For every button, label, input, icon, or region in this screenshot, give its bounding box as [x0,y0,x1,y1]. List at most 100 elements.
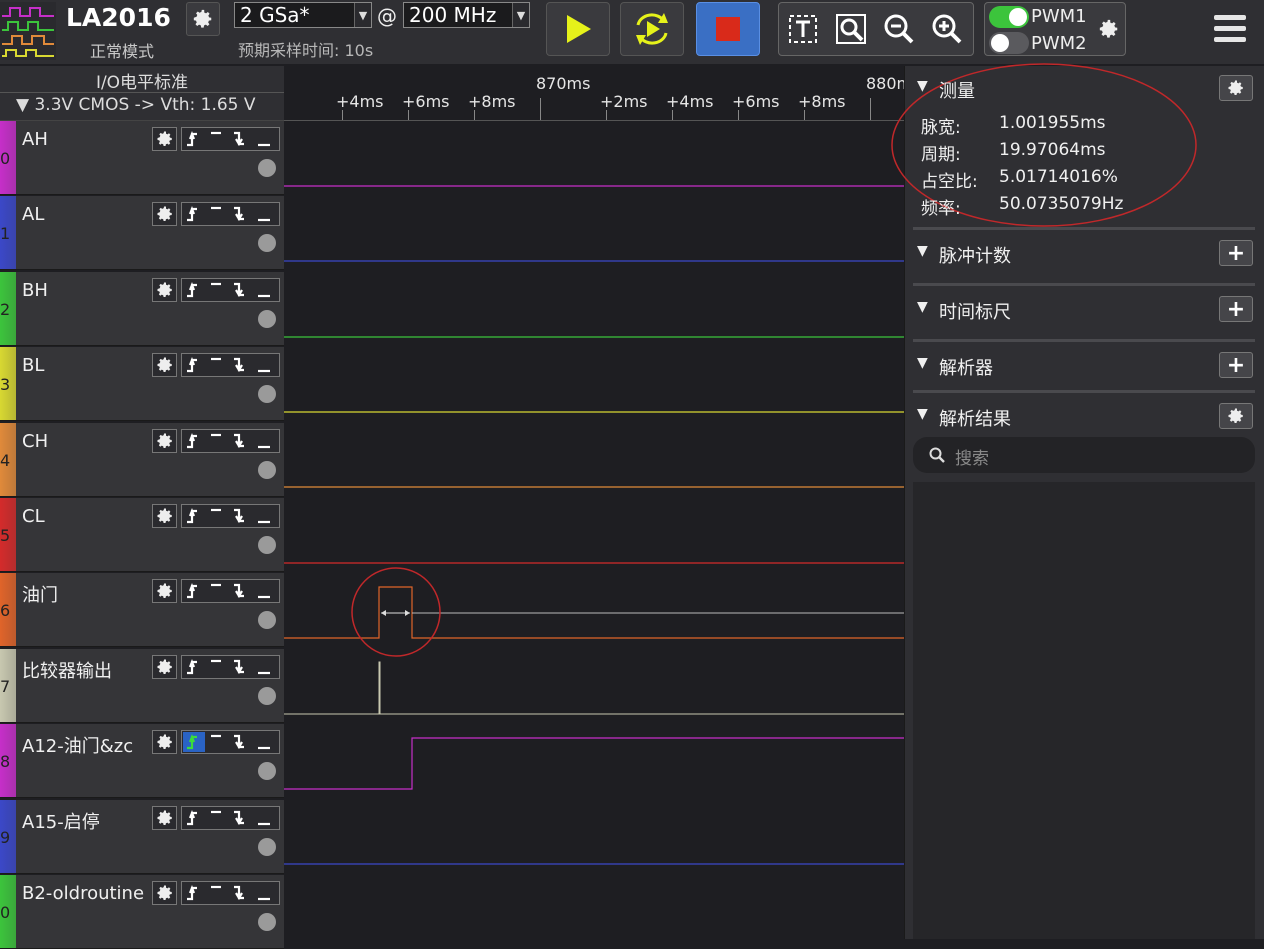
pwm-group: PWM1 PWM2 [984,2,1126,56]
channel-name[interactable]: AL [22,204,44,225]
channel-number: 3 [0,375,11,395]
sample-rate-value: 2 GSa* [240,3,310,27]
channel-row[interactable]: 0 AH [0,121,284,195]
duty-cycle-value: 5.01714016% [999,167,1118,187]
channel-name[interactable]: 比较器输出 [22,657,112,683]
pwm1-label: PWM1 [1031,6,1087,27]
trigger-selector[interactable] [181,654,280,679]
channel-settings-button[interactable] [152,504,177,528]
channel-name[interactable]: BL [22,355,44,376]
device-settings-button[interactable] [186,2,220,36]
channel-name[interactable]: CL [22,506,45,527]
decode-result-settings-button[interactable] [1219,403,1253,429]
trigger-icons [187,432,270,448]
trigger-selector[interactable] [181,127,280,151]
ruler-minor-tick [738,110,739,120]
channel-settings-button[interactable] [152,654,177,679]
channel-name[interactable]: AH [22,129,48,150]
add-pulse-count-button[interactable]: + [1219,240,1253,266]
zoom-in-icon[interactable] [931,13,963,45]
channel-row[interactable]: 4 CH [0,422,284,497]
trigger-selector[interactable] [181,805,280,830]
pwm1-toggle[interactable] [989,6,1029,28]
add-decoder-button[interactable]: + [1219,352,1253,378]
collapse-icon[interactable]: ▼ [917,243,928,259]
channel-row[interactable]: 8 A12-油门&zc [0,724,284,799]
trigger-selector[interactable] [181,881,280,905]
pwm-settings-button[interactable] [1093,13,1125,45]
trigger-selector[interactable] [181,202,280,227]
collapse-icon[interactable]: ▼ [917,78,928,94]
channel-settings-button[interactable] [152,202,177,227]
channel-row[interactable]: 2 BH [0,271,284,346]
channel-name[interactable]: BH [22,280,48,301]
ruler-minor-label: +2ms [600,92,648,111]
channel-number: 6 [0,601,11,621]
channel-settings-button[interactable] [152,730,177,755]
zoom-out-icon[interactable] [883,13,915,45]
gear-icon [1228,80,1243,96]
channel-settings-button[interactable] [152,428,177,453]
channel-row[interactable]: 3 BL [0,347,284,422]
run-button[interactable] [546,2,610,56]
ruler-minor-label: +6ms [402,92,450,111]
channel-number: 5 [0,526,11,545]
trigger-selector[interactable] [181,428,280,453]
channel-name[interactable]: CH [22,431,48,452]
text-tool-icon[interactable] [787,13,819,45]
repeat-run-button[interactable] [620,2,684,56]
channel-settings-button[interactable] [152,353,177,378]
sample-rate-select[interactable]: 2 GSa* ▼ [234,2,372,28]
channel-settings-button[interactable] [152,579,177,604]
trigger-selector[interactable] [181,730,280,755]
gear-icon [193,9,212,28]
channel-row[interactable]: 7 比较器输出 [0,648,284,723]
channel-row[interactable]: 5 CL [0,498,284,572]
trigger-icons [187,357,270,373]
channel-settings-button[interactable] [152,881,177,905]
trigger-selector[interactable] [181,504,280,528]
chevron-down-icon: ▼ [512,3,529,27]
stop-icon [716,17,740,41]
decode-search-input[interactable]: 搜索 [913,437,1255,473]
channel-row[interactable]: 0 B2-oldroutine [0,875,284,949]
channel-settings-button[interactable] [152,805,177,830]
hamburger-menu-icon[interactable] [1212,12,1248,46]
channel-name[interactable]: A12-油门&zc [22,732,133,758]
channel-settings-button[interactable] [152,277,177,302]
frequency-select[interactable]: 200 MHz ▼ [403,2,530,28]
pulse-width-arrow-left [381,610,386,616]
trigger-selector[interactable] [181,579,280,604]
gear-icon [157,508,172,524]
channel-row[interactable]: 1 AL [0,196,284,271]
trigger-selector[interactable] [181,353,280,378]
waveform-svg [284,185,904,865]
channel-settings-button[interactable] [152,127,177,151]
zoom-area-icon[interactable] [835,13,867,45]
ruler-minor-label: +8ms [798,92,846,111]
pwm2-toggle[interactable] [989,32,1029,54]
channel-number: 2 [0,299,11,319]
time-ruler[interactable]: 870ms 880m +4ms +6ms +8ms +2ms +4ms +6ms… [284,66,904,121]
channel-name[interactable]: B2-oldroutine [22,883,144,904]
channel-row[interactable]: 6 油门 [0,573,284,648]
channel-name[interactable]: A15-启停 [22,808,100,834]
add-time-ruler-button[interactable]: + [1219,296,1253,322]
ruler-minor-tick [408,110,409,120]
channel-row[interactable]: 9 A15-启停 [0,799,284,874]
channel-status-indicator [258,611,276,630]
io-standard-select[interactable]: ▼ 3.3V CMOS -> Vth: 1.65 V [16,95,256,115]
decode-result-list[interactable] [913,482,1255,939]
trigger-selector[interactable] [181,277,280,302]
waveform-area[interactable] [284,121,904,939]
channel-name[interactable]: 油门 [22,581,58,607]
period-value: 19.97064ms [999,140,1106,160]
measure-settings-button[interactable] [1219,75,1253,101]
stop-button[interactable] [696,2,760,56]
collapse-icon[interactable]: ▼ [917,406,928,422]
collapse-icon[interactable]: ▼ [917,355,928,371]
trigger-icons [187,583,270,599]
gear-icon [157,131,172,147]
collapse-icon[interactable]: ▼ [917,299,928,315]
chevron-down-icon: ▼ [354,3,371,27]
